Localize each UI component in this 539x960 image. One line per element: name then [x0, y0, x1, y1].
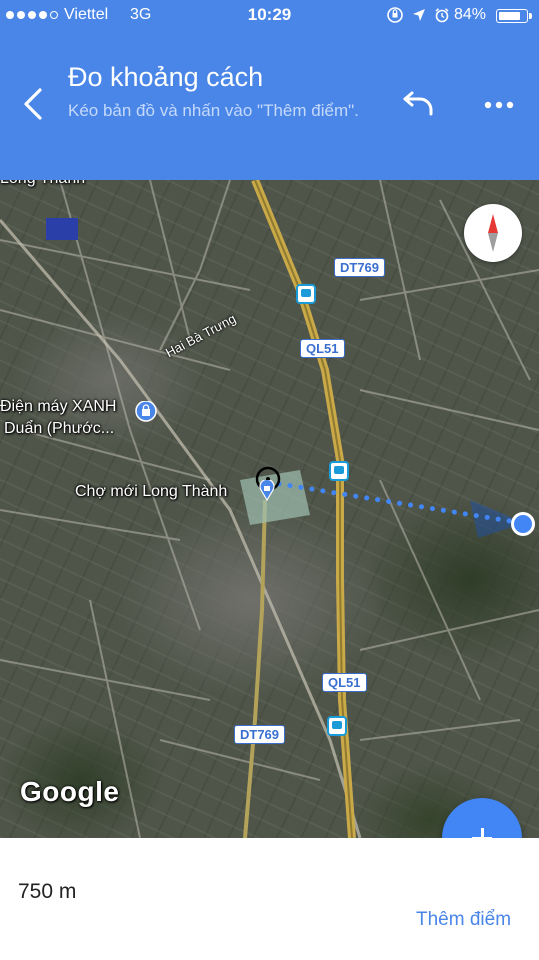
status-icons	[386, 6, 450, 24]
screen-rotation-lock-icon	[387, 7, 403, 23]
pond	[46, 218, 78, 240]
back-arrow-icon[interactable]	[18, 86, 50, 122]
road-shield-dt769-bottom: DT769	[234, 725, 286, 744]
page-title: Đo khoảng cách	[68, 62, 264, 92]
road-shield-ql51-top: QL51	[300, 339, 345, 358]
bus-stop-icon[interactable]	[296, 284, 316, 304]
add-point-button[interactable]: Thêm điểm	[416, 909, 511, 931]
compass-needle-icon	[488, 214, 498, 252]
undo-icon[interactable]	[400, 90, 438, 120]
road-shield-dt769-top: DT769	[334, 258, 386, 277]
google-logo: Google	[20, 776, 120, 807]
battery-icon	[496, 9, 532, 23]
more-horizontal-icon[interactable]	[484, 98, 514, 112]
measured-distance: 750 m	[18, 880, 77, 903]
bottom-panel: 750 m Thêm điểm	[0, 838, 539, 960]
poi-label-line1[interactable]: Điện máy XANH	[0, 398, 116, 416]
shopping-pin-icon[interactable]	[135, 401, 157, 423]
alarm-icon	[435, 8, 449, 23]
poi-label-market[interactable]: Chợ mới Long Thành	[75, 483, 227, 501]
satellite-map[interactable]: Long Thành DT769 QL51 QL51 DT769 Hai Bà …	[0, 180, 539, 838]
app-header: Viettel 3G 10:29 84% Đo khoảng cách Kéo …	[0, 0, 539, 180]
poi-label-line2[interactable]: Duẩn (Phước...	[4, 420, 114, 438]
market-pin-icon[interactable]	[256, 480, 278, 502]
road-shield-ql51-bottom: QL51	[322, 673, 367, 692]
status-bar: Viettel 3G 10:29 84%	[0, 0, 539, 30]
battery-level-fill	[499, 12, 520, 20]
page-subtitle: Kéo bản đồ và nhấn vào "Thêm điểm".	[68, 101, 359, 120]
location-arrow-icon	[413, 9, 425, 21]
map-label-top: Long Thành	[0, 180, 85, 188]
compass-button[interactable]	[464, 204, 522, 262]
bus-stop-icon[interactable]	[327, 716, 347, 736]
bus-stop-icon[interactable]	[329, 461, 349, 481]
battery-percent: 84%	[454, 6, 487, 23]
